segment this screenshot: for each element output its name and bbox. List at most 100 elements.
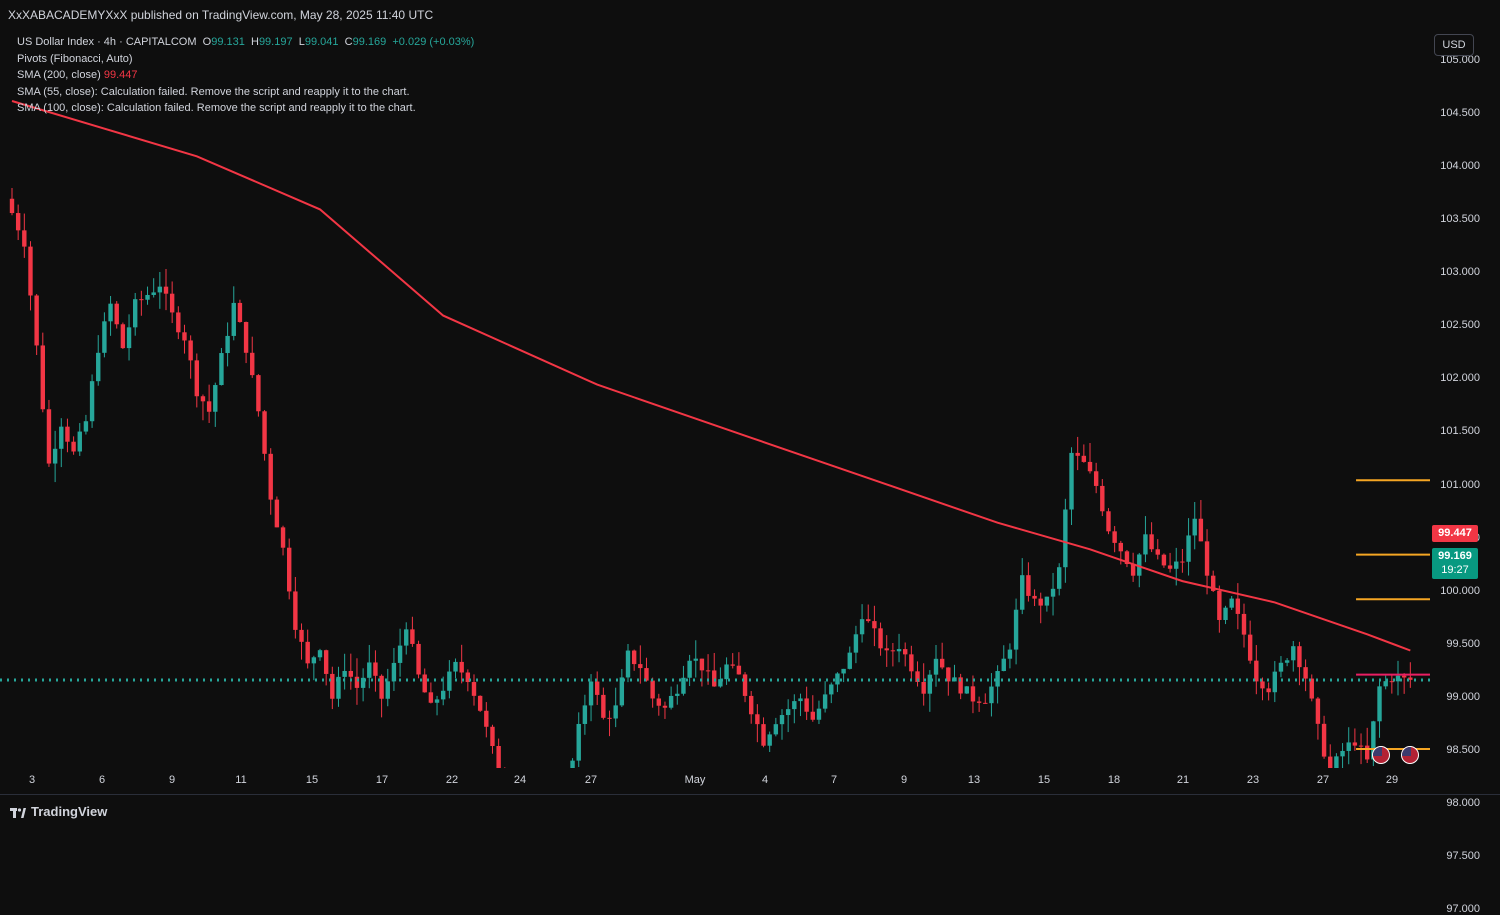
candle-body: [206, 401, 212, 412]
candle-body: [40, 345, 45, 410]
candle-body: [83, 421, 89, 432]
candle-body: [151, 292, 156, 295]
candle-body: [970, 686, 976, 702]
tradingview-logo[interactable]: TradingView: [10, 804, 107, 819]
candle-body: [613, 705, 618, 719]
candle-body: [262, 411, 267, 454]
candle-body: [724, 664, 729, 680]
legend-sma100[interactable]: SMA (100, close): Calculation failed. Re…: [17, 100, 474, 117]
candle-body: [1007, 649, 1013, 659]
candle-body: [133, 299, 138, 328]
candle-body: [989, 686, 994, 704]
candle-body: [71, 441, 76, 452]
price-tick-label: 100.000: [1440, 584, 1480, 597]
candle-body: [1149, 534, 1154, 550]
candle-body: [1334, 756, 1339, 768]
candle-body: [595, 681, 600, 695]
candle-body: [1352, 742, 1358, 746]
close-label: C: [344, 36, 353, 48]
symbol-name[interactable]: US Dollar Index · 4h · CAPITALCOM: [17, 36, 197, 48]
last-price-tag: 99.169 19:27: [1432, 548, 1478, 579]
candle-body: [909, 654, 914, 672]
price-axis[interactable]: 105.000 104.500 104.000 103.500 103.000 102.5…: [1430, 28, 1500, 915]
candle-body: [1192, 518, 1197, 536]
time-tick-label: 6: [98, 774, 106, 786]
candle-body: [1057, 567, 1062, 589]
candle-body: [1401, 675, 1407, 678]
candle-body: [1365, 745, 1370, 760]
price-tick-label: 97.000: [1446, 903, 1480, 915]
candle-body: [1204, 541, 1210, 576]
candle-body: [182, 332, 187, 341]
candle-body: [280, 527, 286, 548]
candle-body: [890, 650, 896, 652]
candle-body: [373, 662, 378, 676]
candle-body: [1161, 554, 1167, 566]
candle-body: [1346, 742, 1351, 751]
candle-body: [1050, 588, 1056, 597]
time-tick-label: 13: [967, 774, 981, 786]
candle-body: [1106, 511, 1111, 532]
candle-body: [108, 303, 113, 322]
legend-pivots[interactable]: Pivots (Fibonacci, Auto): [17, 51, 474, 68]
candle-body: [477, 695, 483, 711]
candle-body: [1075, 452, 1080, 456]
candle-body: [699, 658, 705, 671]
candle-body: [237, 302, 243, 323]
candle-body: [323, 650, 329, 674]
candle-body: [422, 674, 427, 693]
us-flag-icon[interactable]: [1372, 746, 1390, 764]
candle-body: [964, 686, 969, 694]
price-tick-label: 102.000: [1440, 372, 1480, 385]
candle-body: [631, 650, 637, 665]
candle-body: [1235, 598, 1241, 614]
candle-body: [65, 426, 70, 442]
candlestick-chart[interactable]: [0, 28, 1430, 768]
legend-sma55[interactable]: SMA (55, close): Calculation failed. Rem…: [17, 84, 474, 101]
candle-body: [730, 664, 735, 666]
candle-body: [1013, 609, 1019, 650]
candle-body: [496, 745, 501, 768]
candle-body: [816, 708, 822, 720]
candle-body: [785, 709, 791, 716]
us-flag-icon[interactable]: [1401, 746, 1419, 764]
time-tick-label: 21: [1176, 774, 1190, 786]
candle-body: [256, 375, 261, 412]
candle-body: [1284, 660, 1290, 663]
candle-body: [1155, 549, 1160, 555]
tradingview-logo-icon: [10, 807, 26, 818]
candle-body: [305, 641, 310, 664]
candle-body: [619, 677, 625, 706]
candle-body: [804, 698, 809, 712]
footer: TradingView: [0, 794, 1500, 829]
candle-body: [274, 499, 280, 528]
price-tick-label: 103.000: [1440, 266, 1480, 279]
candle-body: [761, 724, 766, 746]
chart-area[interactable]: [0, 28, 1430, 768]
legend-sma200[interactable]: SMA (200, close) 99.447: [17, 67, 474, 84]
candle-body: [884, 648, 889, 651]
candle-body: [434, 699, 440, 703]
candle-body: [921, 681, 926, 694]
candle-body: [650, 680, 655, 699]
candle-body: [878, 628, 883, 649]
candle-body: [385, 681, 390, 699]
price-tick-label: 101.500: [1440, 425, 1480, 438]
candle-body: [139, 299, 144, 301]
price-tick-label: 97.500: [1446, 850, 1480, 863]
candle-body: [896, 649, 902, 652]
candle-body: [773, 724, 779, 735]
candle-body: [1254, 660, 1259, 682]
currency-button[interactable]: USD: [1434, 34, 1474, 56]
candle-body: [1241, 613, 1247, 635]
low-value: 99.041: [304, 36, 339, 48]
sma-tag-text: 99.447: [1438, 527, 1472, 539]
candle-body: [638, 664, 643, 669]
candle-body: [872, 621, 877, 629]
sma200-label: SMA (200, close): [17, 69, 101, 81]
time-axis[interactable]: 3 6 9 11 15 17 22 24 27 May 4 7 9 13 15 18 21 23 27 29: [0, 768, 1430, 794]
time-tick-label: 7: [830, 774, 838, 786]
candle-body: [822, 694, 828, 709]
candle-body: [52, 448, 58, 464]
candle-body: [625, 650, 631, 678]
